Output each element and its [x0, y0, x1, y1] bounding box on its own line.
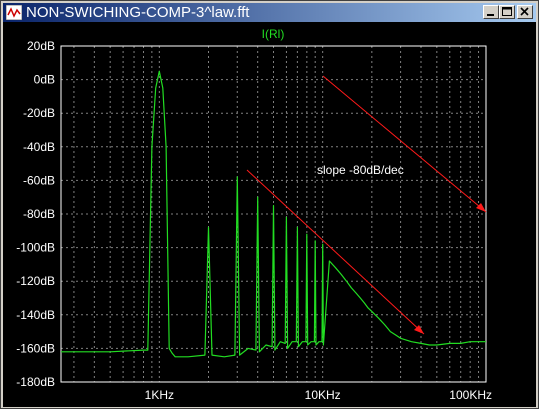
- x-tick-label: 10KHz: [305, 388, 341, 402]
- title-bar[interactable]: NON-SWICHING-COMP-3^law.fft: [3, 3, 536, 22]
- y-tick-label: -80dB: [23, 207, 55, 221]
- close-icon: [520, 7, 529, 16]
- chart-title: I(Rl): [262, 27, 285, 41]
- y-tick-label: -160dB: [16, 341, 55, 355]
- close-button[interactable]: [517, 5, 533, 19]
- y-tick-label: -120dB: [16, 274, 55, 288]
- slope-annotation: slope -80dB/dec: [317, 163, 404, 177]
- minimize-icon: [487, 14, 494, 16]
- y-tick-label: 0dB: [34, 73, 55, 87]
- y-tick-label: -180dB: [16, 375, 55, 389]
- application-window: NON-SWICHING-COMP-3^law.fft I(Rl) 20dB 0d…: [0, 0, 539, 409]
- y-axis-ticks: 20dB 0dB -20dB -40dB -60dB -80dB -100dB -120dB -…: [16, 39, 55, 389]
- waveform-app-icon: [6, 5, 22, 20]
- x-tick-label: 1KHz: [145, 388, 174, 402]
- plot-area[interactable]: I(Rl) 20dB 0dB -20dB -40dB -60dB -80dB -100dB -…: [3, 22, 536, 407]
- x-tick-label: 100KHz: [449, 388, 492, 402]
- x-axis-ticks: 1KHz 10KHz 100KHz: [145, 388, 492, 402]
- window-title: NON-SWICHING-COMP-3^law.fft: [26, 4, 250, 21]
- y-tick-label: -100dB: [16, 241, 55, 255]
- maximize-button[interactable]: [499, 5, 515, 19]
- y-tick-label: -60dB: [23, 173, 55, 187]
- slope-arrow-upper: [322, 75, 487, 213]
- y-tick-label: -40dB: [23, 140, 55, 154]
- minimize-button[interactable]: [483, 5, 499, 19]
- y-tick-label: 20dB: [27, 39, 55, 53]
- maximize-icon: [502, 7, 512, 16]
- y-tick-label: -140dB: [16, 308, 55, 322]
- fft-chart[interactable]: I(Rl) 20dB 0dB -20dB -40dB -60dB -80dB -100dB -…: [3, 22, 536, 407]
- y-tick-label: -20dB: [23, 106, 55, 120]
